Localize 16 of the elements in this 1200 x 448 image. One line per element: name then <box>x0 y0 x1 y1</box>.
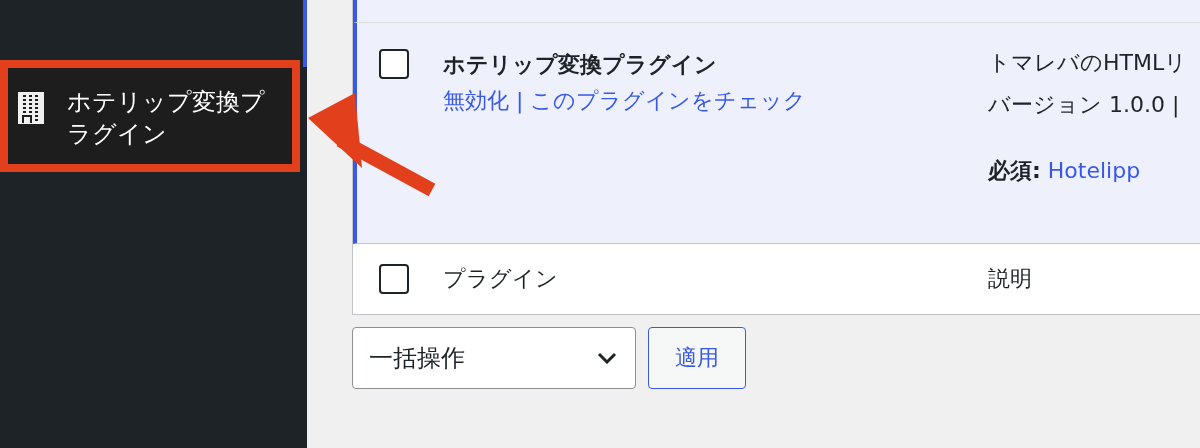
chevron-down-icon <box>597 352 617 364</box>
plugin-meta: バージョン 1.0.0 | <box>988 91 1180 120</box>
apply-button[interactable]: 適用 <box>648 327 746 389</box>
separator: | <box>515 88 525 113</box>
checkbox[interactable] <box>379 264 409 294</box>
plugin-description: トマレバのHTMLリ <box>988 49 1188 77</box>
column-header: 説明 <box>988 266 1032 291</box>
requires-label: 必須: <box>988 158 1041 183</box>
checkbox[interactable] <box>379 49 409 79</box>
plugin-name: ホテリップ変換プラグイン <box>443 51 717 79</box>
action-link[interactable]: 無効化 <box>443 88 509 113</box>
column-header: プラグイン <box>443 266 558 291</box>
action-link[interactable]: このプラグインをチェック <box>530 88 807 113</box>
requires-link[interactable]: Hotelipp <box>1047 158 1141 183</box>
bulk-action-select[interactable]: 一括操作 <box>352 327 636 389</box>
building-icon <box>18 92 44 124</box>
